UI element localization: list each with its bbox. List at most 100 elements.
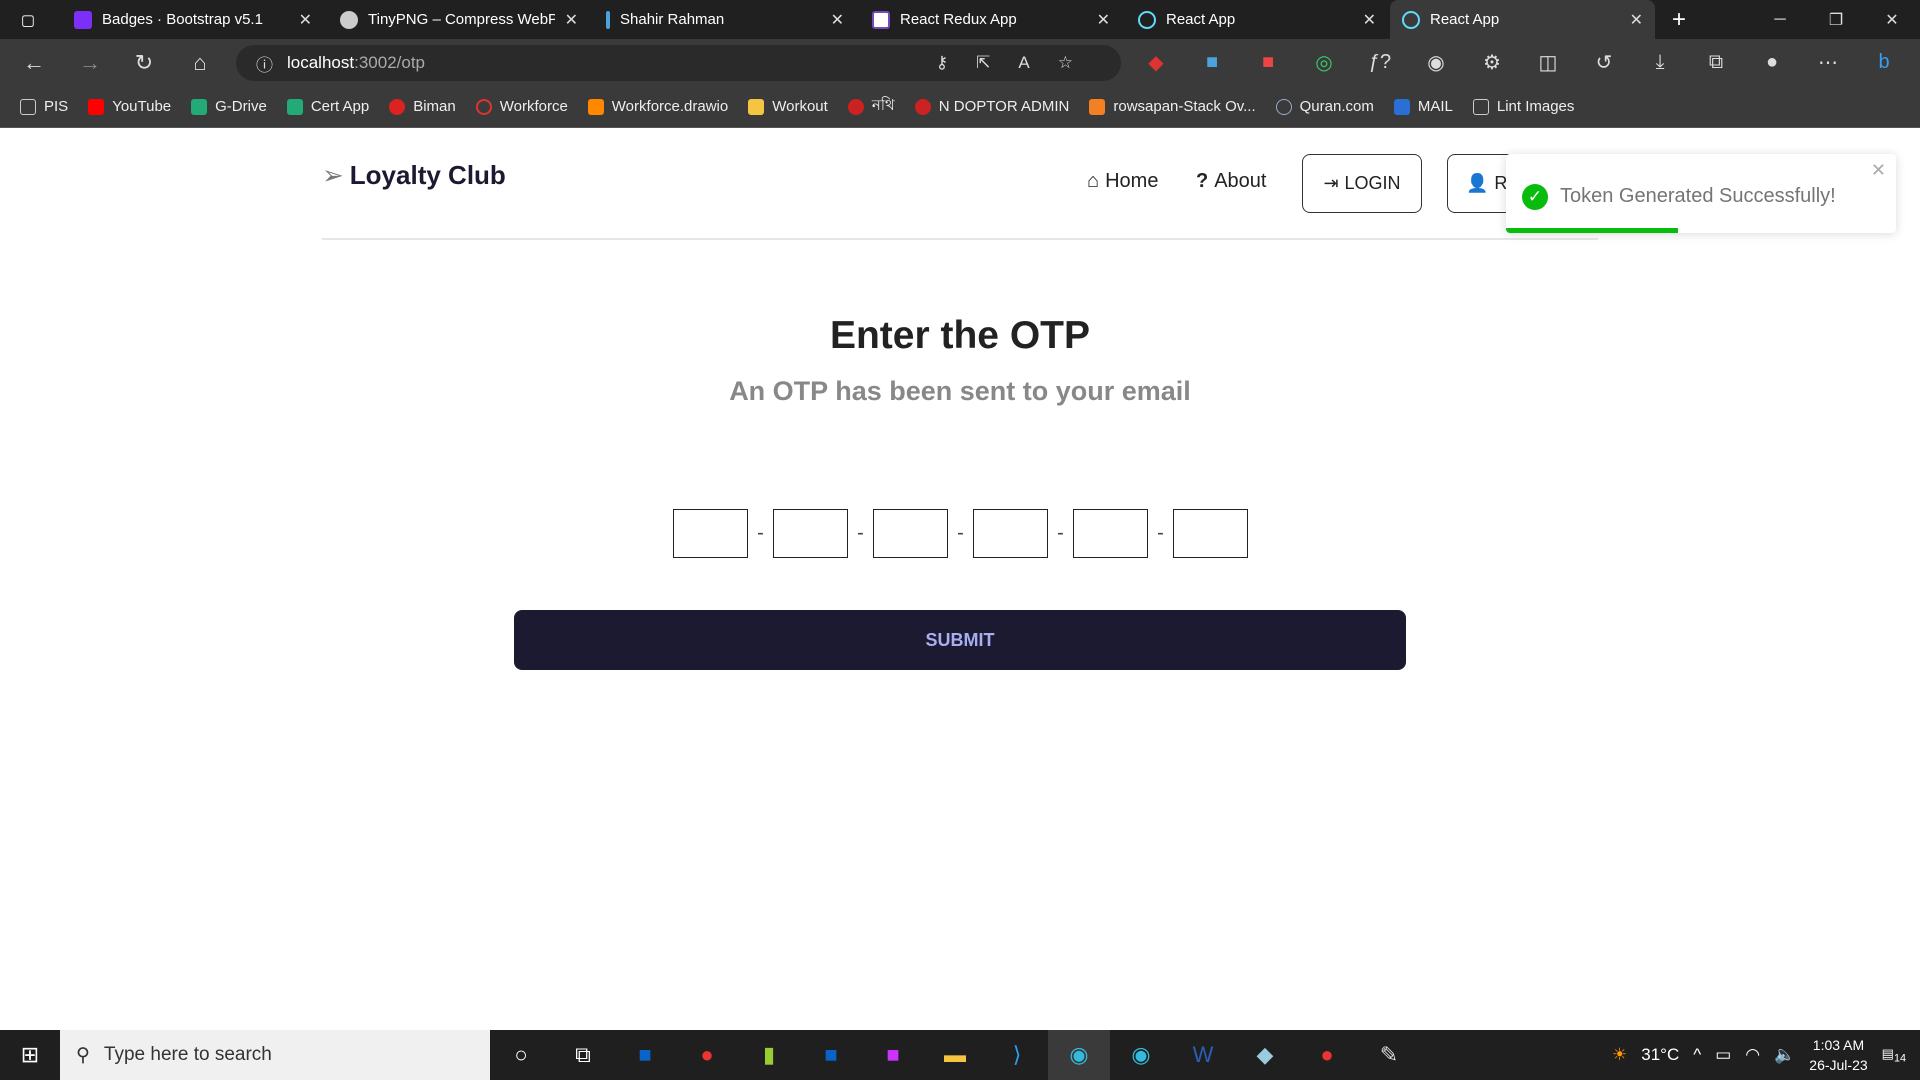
- drawio-icon: [587, 98, 604, 115]
- workforce-icon: [475, 98, 492, 115]
- bookmark[interactable]: Workforce: [475, 98, 568, 115]
- nav-home[interactable]: ⌂ Home: [1087, 170, 1158, 193]
- close-icon[interactable]: ✕: [831, 10, 844, 30]
- paint-icon[interactable]: ✎: [1358, 1030, 1420, 1080]
- bookmark[interactable]: PIS: [20, 98, 68, 115]
- close-icon[interactable]: ✕: [299, 10, 312, 30]
- bing-icon[interactable]: b: [1856, 51, 1912, 74]
- chrome-icon[interactable]: ●: [676, 1030, 738, 1080]
- star-icon[interactable]: ⚷⇱A☆: [936, 53, 1101, 73]
- page-title: Enter the OTP: [829, 314, 1091, 357]
- browser-tab[interactable]: Shahir Rahman ✕: [594, 0, 856, 39]
- browser-tab[interactable]: React Redux App ✕: [860, 0, 1122, 39]
- volume-icon[interactable]: 🔈: [1774, 1045, 1795, 1065]
- task-view-icon[interactable]: ⧉: [552, 1030, 614, 1080]
- bookmark[interactable]: MAIL: [1393, 98, 1453, 115]
- extension-icon[interactable]: ■: [1184, 51, 1240, 74]
- close-icon[interactable]: ✕: [565, 10, 578, 30]
- close-icon[interactable]: ✕: [1871, 160, 1886, 181]
- close-icon[interactable]: ✕: [1630, 10, 1643, 30]
- logo[interactable]: ➢ Loyalty Club: [322, 160, 506, 191]
- notifications-icon[interactable]: ▤14: [1882, 1046, 1906, 1065]
- wifi-icon[interactable]: ◠: [1745, 1045, 1760, 1065]
- outlook-icon[interactable]: ■: [614, 1030, 676, 1080]
- tab-actions-icon[interactable]: ▢: [0, 0, 56, 39]
- new-tab-icon[interactable]: +: [1660, 0, 1698, 39]
- bookmark[interactable]: নথি: [847, 94, 895, 119]
- split-screen-icon[interactable]: ◫: [1520, 50, 1576, 75]
- app-icon[interactable]: ◆: [1234, 1030, 1296, 1080]
- search-placeholder: Type here to search: [103, 1044, 272, 1065]
- bookmark[interactable]: Workforce.drawio: [587, 98, 728, 115]
- bookmark[interactable]: Biman: [389, 98, 456, 115]
- clock[interactable]: 1:03 AM 26-Jul-23: [1809, 1035, 1867, 1075]
- home-icon[interactable]: ⌂: [180, 39, 220, 86]
- nav-about[interactable]: ? About: [1196, 170, 1266, 193]
- collections-icon[interactable]: ⧉: [1688, 51, 1744, 74]
- otp-digit-3[interactable]: [873, 509, 948, 558]
- bookmark[interactable]: YouTube: [88, 98, 171, 115]
- browser-tab[interactable]: Badges · Bootstrap v5.1 ✕: [62, 0, 324, 39]
- browser-tab[interactable]: TinyPNG – Compress WebP, ✕: [328, 0, 590, 39]
- tinypng-icon: [340, 10, 358, 29]
- close-icon[interactable]: ✕: [1363, 10, 1376, 30]
- vscode-icon[interactable]: ⟩: [986, 1030, 1048, 1080]
- history-icon[interactable]: ↺: [1576, 50, 1632, 75]
- info-icon[interactable]: ⓘ: [256, 51, 273, 76]
- extension-icon[interactable]: ■: [1240, 51, 1296, 74]
- extension-icon[interactable]: ◆: [1128, 50, 1184, 75]
- back-icon[interactable]: ←: [14, 39, 54, 86]
- edge-icon[interactable]: ◉: [1110, 1030, 1172, 1080]
- reload-icon[interactable]: ↻: [124, 39, 164, 86]
- outlook-icon[interactable]: ■: [800, 1030, 862, 1080]
- youtube-icon: [88, 98, 105, 115]
- battery-icon[interactable]: ▭: [1715, 1045, 1731, 1065]
- close-icon[interactable]: ✕: [1097, 10, 1110, 30]
- otp-digit-1[interactable]: [673, 509, 748, 558]
- minimize-icon[interactable]: ─: [1752, 0, 1808, 39]
- chrome-icon[interactable]: ●: [1296, 1030, 1358, 1080]
- temperature[interactable]: 31°C: [1641, 1045, 1679, 1065]
- cortana-icon[interactable]: ○: [490, 1030, 552, 1080]
- bookmark[interactable]: Quran.com: [1275, 98, 1374, 115]
- close-window-icon[interactable]: ✕: [1864, 0, 1920, 39]
- page-icon: [20, 98, 36, 115]
- bookmark[interactable]: Workout: [748, 98, 828, 115]
- browser-tab-active[interactable]: React App ✕: [1390, 0, 1655, 39]
- otp-digit-4[interactable]: [973, 509, 1048, 558]
- bookmark[interactable]: Lint Images: [1472, 98, 1574, 115]
- phpstorm-icon[interactable]: ■: [862, 1030, 924, 1080]
- restore-icon[interactable]: ❐: [1808, 0, 1864, 39]
- paper-plane-icon: ➢: [322, 160, 344, 190]
- login-button[interactable]: ⇥ LOGIN: [1302, 154, 1422, 213]
- tab-title: React Redux App: [900, 11, 1017, 28]
- otp-digit-2[interactable]: [773, 509, 848, 558]
- taskbar-search[interactable]: ⚲ Type here to search: [60, 1030, 490, 1080]
- extension-icon[interactable]: ƒ?: [1352, 51, 1408, 74]
- windows-start-icon[interactable]: ⊞: [0, 1030, 60, 1080]
- extension-icon[interactable]: ◉: [1408, 50, 1464, 75]
- bookmark[interactable]: G-Drive: [191, 98, 267, 115]
- more-icon[interactable]: ⋯: [1800, 50, 1856, 75]
- bookmark[interactable]: rowsapan-Stack Ov...: [1089, 98, 1256, 115]
- edge-icon[interactable]: ◉: [1048, 1030, 1110, 1080]
- browser-tab[interactable]: React App ✕: [1126, 0, 1388, 39]
- tray-chevron-icon[interactable]: ^: [1693, 1045, 1701, 1065]
- downloads-icon[interactable]: ⤓: [1632, 51, 1688, 74]
- profile-icon[interactable]: ●: [1744, 51, 1800, 74]
- forward-icon[interactable]: →: [70, 39, 110, 86]
- bookmark[interactable]: N DOPTOR ADMIN: [914, 98, 1069, 115]
- otp-digit-5[interactable]: [1073, 509, 1148, 558]
- otp-digit-6[interactable]: [1173, 509, 1248, 558]
- login-label: LOGIN: [1344, 173, 1401, 193]
- weather-icon[interactable]: ☀: [1612, 1045, 1627, 1065]
- bookmark[interactable]: Cert App: [286, 98, 369, 115]
- file-explorer-icon[interactable]: ▬: [924, 1030, 986, 1080]
- word-icon[interactable]: W: [1172, 1030, 1234, 1080]
- submit-button[interactable]: SUBMIT: [514, 610, 1406, 670]
- notification-count: 14: [1893, 1052, 1906, 1065]
- address-bar[interactable]: ⓘ localhost:3002/otp ⚷⇱A☆: [236, 45, 1121, 81]
- app-icon[interactable]: ▮: [738, 1030, 800, 1080]
- extension-icon[interactable]: ◎: [1296, 50, 1352, 75]
- extensions-icon[interactable]: ⚙: [1464, 50, 1520, 75]
